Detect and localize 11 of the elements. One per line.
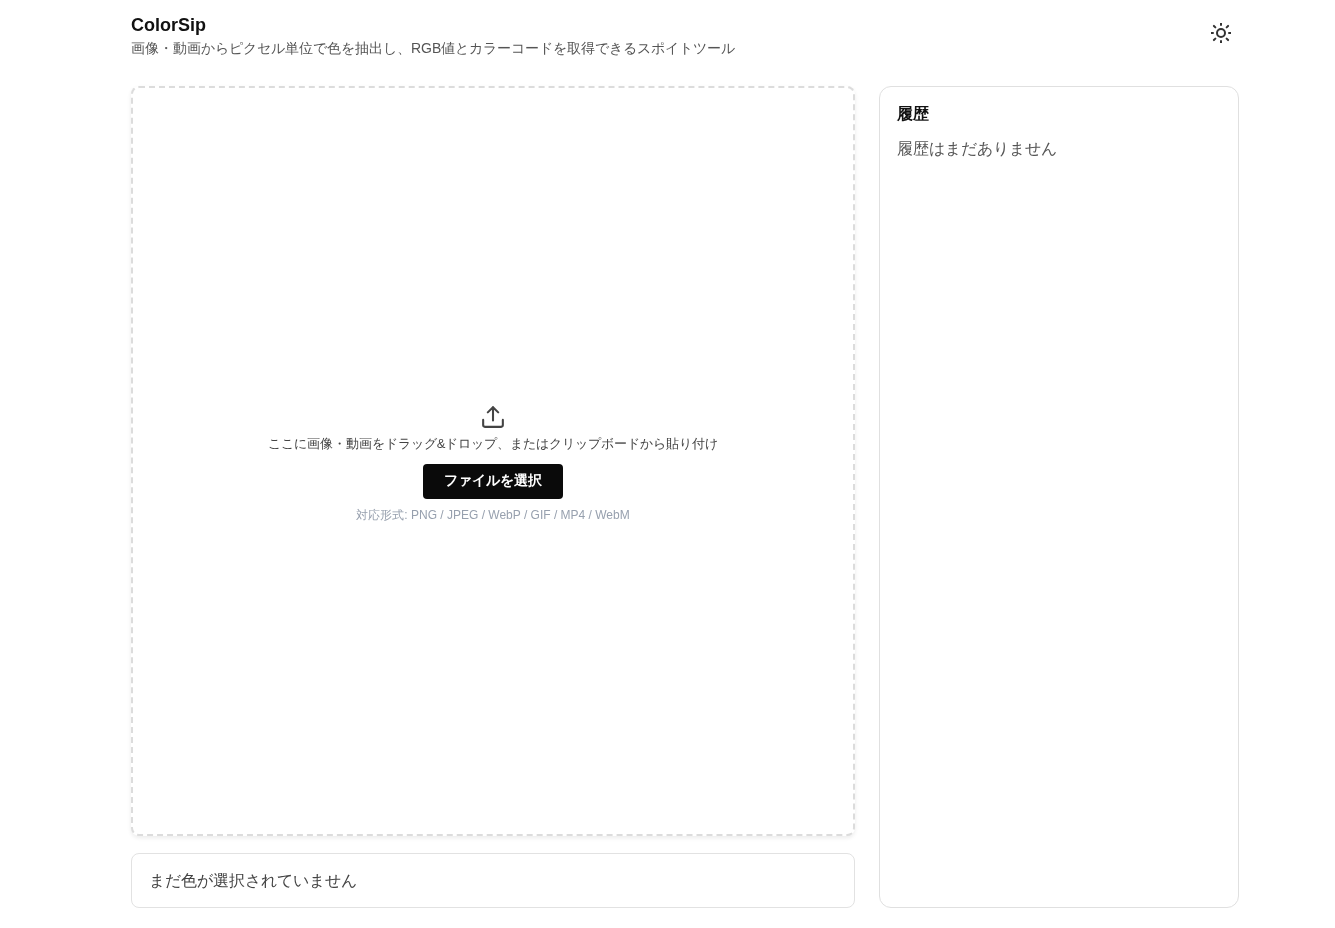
app-subtitle: 画像・動画からピクセル単位で色を抽出し、RGB値とカラーコードを取得できるスポイトツール [131, 39, 736, 57]
no-color-message: まだ色が選択されていません [149, 870, 357, 891]
upload-icon [482, 405, 504, 428]
supported-formats: 対応形式: PNG / JPEG / WebP / GIF / MP4 / WebM [356, 506, 630, 523]
choose-file-button[interactable]: ファイルを選択 [423, 463, 563, 499]
drop-prompt: ここに画像・動画をドラッグ&ドロップ、またはクリップボードから貼り付け [267, 434, 719, 453]
history-title: 履歴 [897, 104, 930, 124]
sun-icon [1211, 23, 1231, 43]
history-empty-message: 履歴はまだありません [897, 139, 1058, 159]
app-title: ColorSip [131, 14, 207, 36]
drop-zone[interactable]: ここに画像・動画をドラッグ&ドロップ、またはクリップボードから貼り付け ファイルを選択 対応形式: PNG / JPEG / WebP / GIF / MP4 / WebM [131, 86, 855, 836]
